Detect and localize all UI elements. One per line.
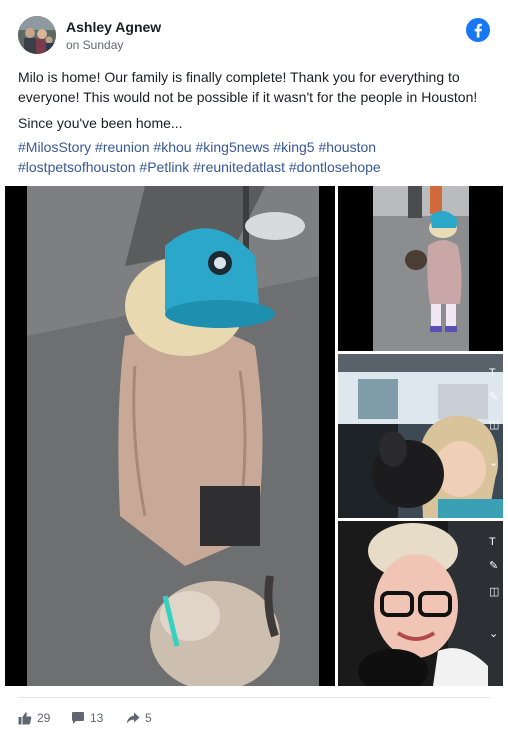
- snap-chevron-icon: ⌄: [489, 628, 498, 640]
- hashtag-link[interactable]: #reunion: [95, 139, 150, 155]
- thumbs-up-icon: [18, 712, 32, 725]
- snap-chevron-icon: ⌄: [489, 457, 498, 469]
- share-arrow-icon: [126, 712, 140, 724]
- hashtag-link[interactable]: #king5: [273, 139, 314, 155]
- like-count: 29: [37, 711, 51, 725]
- footer-divider: [18, 697, 490, 698]
- hashtag-link[interactable]: #MilosStory: [18, 139, 91, 155]
- like-count-button[interactable]: 29: [18, 709, 50, 727]
- snap-sticker-icon: ◫: [489, 586, 499, 598]
- share-count: 5: [145, 711, 152, 725]
- snap-pencil-icon: ✎: [489, 560, 498, 572]
- avatar[interactable]: [18, 16, 56, 54]
- avatar-photo: [18, 16, 56, 54]
- photo-woman-selfie-with-dog[interactable]: T ✎ ◫ ⌄: [338, 521, 503, 686]
- facebook-logo-icon[interactable]: [466, 18, 490, 42]
- snap-text-tool-icon: T: [489, 536, 496, 548]
- hashtag-link[interactable]: #lostpetsofhouston: [18, 159, 136, 175]
- comment-count-button[interactable]: 13: [71, 709, 103, 727]
- share-count-button[interactable]: 5: [126, 709, 152, 727]
- post-timestamp[interactable]: on Sunday: [66, 38, 123, 52]
- hashtag-link[interactable]: #khou: [153, 139, 191, 155]
- hashtag-link[interactable]: #houston: [318, 139, 376, 155]
- snap-sticker-icon: ◫: [489, 419, 499, 431]
- post-text: Milo is home! Our family is finally comp…: [18, 69, 478, 105]
- author-name[interactable]: Ashley Agnew: [66, 19, 161, 35]
- post-header: Ashley Agnew on Sunday: [18, 16, 490, 56]
- facebook-post-card: Ashley Agnew on Sunday Milo is home! Our…: [0, 0, 508, 741]
- hashtag-link[interactable]: #king5news: [195, 139, 269, 155]
- post-text-secondary: Since you've been home...: [18, 115, 183, 131]
- photo-child-hugging-dog-in-car[interactable]: T ✎ ◫ ⌄: [338, 354, 503, 518]
- photo-child-walking-dog[interactable]: [338, 186, 503, 351]
- comment-icon: [72, 712, 84, 724]
- hashtag-link[interactable]: #reunitedatlast: [193, 159, 285, 175]
- hashtag-link[interactable]: #dontlosehope: [289, 159, 381, 175]
- photo-grid: T ✎ ◫ ⌄ T ✎ ◫ ⌄: [5, 186, 503, 686]
- snap-pencil-icon: ✎: [489, 391, 498, 403]
- snap-text-tool-icon: T: [489, 367, 496, 379]
- hashtag-link[interactable]: #Petlink: [139, 159, 189, 175]
- hashtag-list: #MilosStory #reunion #khou #king5news #k…: [18, 137, 494, 177]
- photo-child-with-dog[interactable]: [5, 186, 335, 686]
- comment-count: 13: [90, 711, 104, 725]
